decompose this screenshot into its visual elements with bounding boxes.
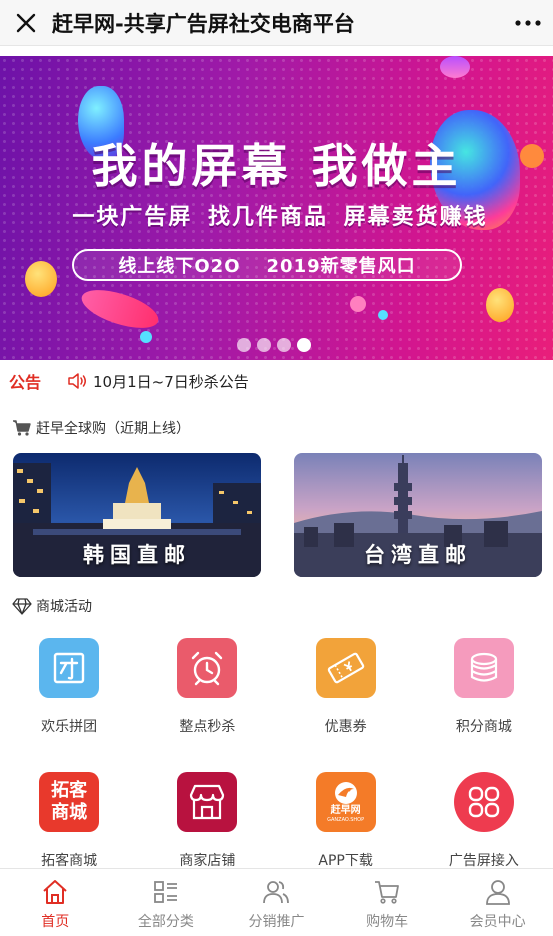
group-buy-icon xyxy=(39,638,100,698)
mall-item-ad-screen[interactable]: 广告屏接入 xyxy=(415,772,553,870)
banner-blob xyxy=(350,296,366,312)
notice-label: 公告 xyxy=(9,373,42,392)
user-icon xyxy=(485,880,510,905)
tab-categories[interactable]: 全部分类 xyxy=(111,869,222,936)
notice-bar[interactable]: 公告 10月1日~7日秒杀公告 xyxy=(0,360,553,402)
mall-item-points-mall[interactable]: 积分商城 xyxy=(415,638,553,736)
mall-item-tuoke[interactable]: 拓客商城 拓客商城 xyxy=(0,772,138,870)
carousel-dot[interactable] xyxy=(277,338,291,352)
close-icon[interactable] xyxy=(0,0,52,46)
tab-home[interactable]: 首页 xyxy=(0,869,111,936)
mall-item-coupon[interactable]: 优惠券 xyxy=(277,638,415,736)
mall-item-label: 拓客商城 xyxy=(41,853,98,869)
tuoke-logo-icon: 拓客商城 xyxy=(39,772,100,832)
mall-item-label: APP下载 xyxy=(318,853,373,869)
coins-icon xyxy=(453,638,514,698)
carousel-dot[interactable] xyxy=(257,338,271,352)
app-logo-text: 赶早网 xyxy=(330,804,361,816)
global-buy-cards: 韩国直邮 台湾直邮 xyxy=(13,453,543,578)
mall-item-label: 广告屏接入 xyxy=(448,853,519,869)
banner-blob xyxy=(140,331,152,343)
mall-item-group-buy[interactable]: 欢乐拼团 xyxy=(0,638,138,736)
mall-item-label: 商家店铺 xyxy=(179,853,236,869)
app-logo-subtext: GANZAO.SHOP xyxy=(327,816,365,823)
banner-subline: 一块广告屏 找几件商品 屏幕卖货赚钱 xyxy=(72,205,488,230)
alarm-clock-icon xyxy=(177,638,238,698)
users-icon xyxy=(263,881,290,904)
mall-item-flash-sale[interactable]: 整点秒杀 xyxy=(138,638,276,736)
tab-member-center[interactable]: 会员中心 xyxy=(442,869,553,936)
banner-blob xyxy=(440,56,470,78)
bottom-tab-bar: 首页 全部分类 分销推广 购物车 会员中心 xyxy=(0,868,553,936)
carousel-dot[interactable] xyxy=(237,338,251,352)
notice-text[interactable]: 10月1日~7日秒杀公告 xyxy=(93,371,249,392)
tab-cart[interactable]: 购物车 xyxy=(332,869,443,936)
category-icon xyxy=(153,881,177,903)
banner-blob xyxy=(25,261,57,297)
taiwan-card[interactable]: 台湾直邮 xyxy=(294,453,542,577)
tab-label: 会员中心 xyxy=(469,914,526,930)
store-icon xyxy=(177,772,238,832)
mall-grid-row-2: 拓客商城 拓客商城 商家店铺 赶早网 GANZAO.SHOP APP下载 广告屏… xyxy=(0,772,553,870)
banner-pill: 线上线下O2O 2019新零售风口 xyxy=(72,249,462,281)
korea-card[interactable]: 韩国直邮 xyxy=(13,453,261,577)
korea-card-label: 韩国直邮 xyxy=(83,543,191,567)
mall-grid-row-1: 欢乐拼团 整点秒杀 优惠券 积分商城 xyxy=(0,638,553,736)
mall-item-store[interactable]: 商家店铺 xyxy=(138,772,276,870)
mall-item-label: 优惠券 xyxy=(324,719,367,735)
cart-icon xyxy=(375,881,399,904)
coupon-icon xyxy=(315,638,376,698)
tab-label: 分销推广 xyxy=(248,914,305,930)
cart-icon xyxy=(13,420,31,436)
tab-label: 购物车 xyxy=(366,914,409,930)
mall-title: 商城活动 xyxy=(36,599,92,615)
global-buy-header: 赶早全球购（近期上线） xyxy=(12,418,190,438)
speaker-icon xyxy=(68,373,86,389)
banner-headline: 我的屏幕 我做主 xyxy=(91,139,462,193)
title-bar: 赶早网-共享广告屏社交电商平台 xyxy=(0,0,553,46)
banner-pill-right: 2019新零售风口 xyxy=(266,256,416,277)
taiwan-card-label: 台湾直邮 xyxy=(364,543,472,567)
mall-header: 商城活动 xyxy=(12,596,92,616)
app-logo-mark xyxy=(334,781,357,804)
grid-icon xyxy=(453,772,514,832)
banner-pill-left: 线上线下O2O xyxy=(118,256,241,277)
diamond-icon xyxy=(12,598,32,615)
global-buy-title: 赶早全球购（近期上线） xyxy=(36,421,190,437)
tab-label: 全部分类 xyxy=(137,914,194,930)
home-icon xyxy=(43,880,67,904)
more-menu-icon[interactable] xyxy=(503,0,553,46)
carousel-dot-active[interactable] xyxy=(297,338,311,352)
banner-blob xyxy=(378,310,388,320)
app-logo-icon: 赶早网 GANZAO.SHOP xyxy=(315,772,376,832)
mall-item-app-download[interactable]: 赶早网 GANZAO.SHOP APP下载 xyxy=(277,772,415,870)
banner-blob xyxy=(486,288,514,322)
tab-distribution[interactable]: 分销推广 xyxy=(221,869,332,936)
tuoke-logo-text: 拓客商城 xyxy=(51,780,88,823)
mall-item-label: 积分商城 xyxy=(455,719,512,735)
mall-item-label: 欢乐拼团 xyxy=(41,719,98,735)
mall-item-label: 整点秒杀 xyxy=(179,719,236,735)
carousel-indicators[interactable] xyxy=(237,338,311,352)
page-title: 赶早网-共享广告屏社交电商平台 xyxy=(52,11,355,36)
tab-label: 首页 xyxy=(41,914,70,930)
promo-banner[interactable]: 我的屏幕 我做主 一块广告屏 找几件商品 屏幕卖货赚钱 线上线下O2O 2019… xyxy=(0,56,553,360)
